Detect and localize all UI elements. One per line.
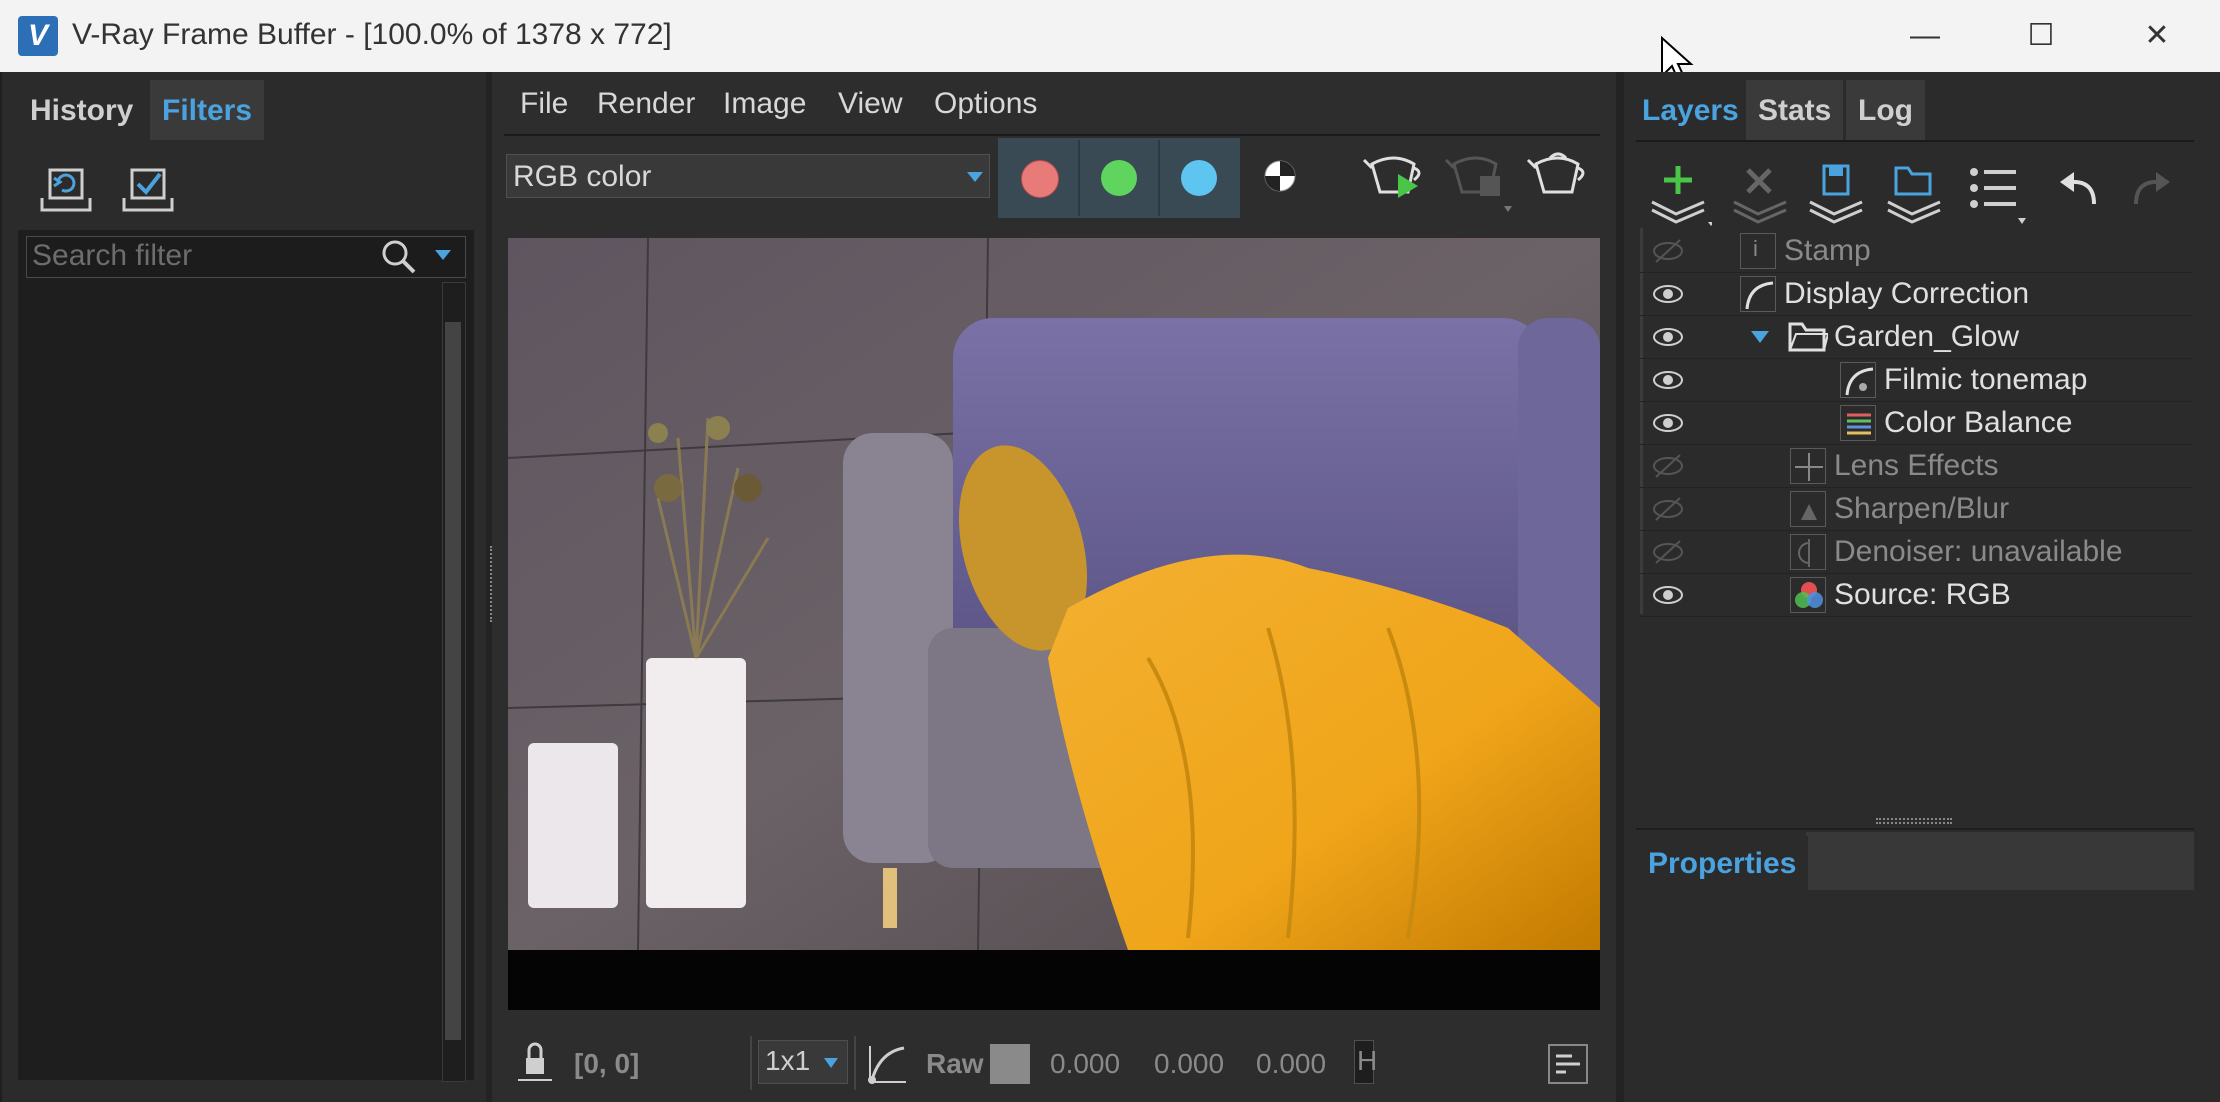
raw-label: Raw: [926, 1048, 984, 1079]
pixel-coordinates: [0, 0]: [574, 1048, 640, 1079]
menu-view[interactable]: View: [838, 84, 902, 124]
stamp-icon: i: [1740, 233, 1776, 269]
curve-icon[interactable]: [866, 1042, 910, 1086]
sampling-select[interactable]: 1x1: [758, 1040, 848, 1084]
red-channel-button[interactable]: [1000, 140, 1078, 216]
tab-divider: [1636, 140, 2194, 142]
search-icon[interactable]: [380, 238, 418, 276]
apply-filter-icon[interactable]: [118, 160, 178, 216]
layer-name: Denoiser: unavailable: [1834, 535, 2123, 568]
divider: [750, 1036, 752, 1090]
layer-name: Stamp: [1784, 234, 1871, 267]
info-panel-icon[interactable]: [1548, 1044, 1588, 1084]
tab-stats[interactable]: Stats: [1746, 80, 1844, 140]
tab-history[interactable]: History: [18, 80, 145, 140]
rendered-image: [508, 238, 1600, 1010]
window-title: V-Ray Frame Buffer - [100.0% of 1378 x 7…: [72, 18, 672, 51]
eye-icon[interactable]: [1650, 365, 1686, 395]
tab-filters[interactable]: Filters: [150, 80, 265, 140]
layer-name: Source: RGB: [1834, 578, 2011, 611]
close-button[interactable]: ✕: [2102, 8, 2212, 64]
properties-header: [1806, 832, 2194, 890]
alpha-channel-icon[interactable]: [1262, 158, 1298, 194]
folder-icon: [1788, 322, 1828, 352]
layer-name: Display Correction: [1784, 277, 2030, 310]
divider: [854, 1036, 856, 1090]
search-filter-input[interactable]: [30, 237, 374, 275]
format-value: H: [1357, 1045, 1378, 1076]
chevron-down-icon[interactable]: [1750, 330, 1770, 344]
lock-icon[interactable]: [516, 1040, 556, 1084]
render-teapot-icon[interactable]: [1362, 142, 1426, 206]
menu-render[interactable]: Render: [597, 84, 695, 124]
refresh-filters-icon[interactable]: [36, 160, 96, 216]
minimize-button[interactable]: —: [1870, 8, 1980, 64]
layer-name: Filmic tonemap: [1884, 363, 2088, 396]
curve-icon: [1740, 276, 1776, 312]
menu-file[interactable]: File: [520, 84, 568, 124]
layer-presets-icon[interactable]: [1966, 160, 2030, 230]
eye-icon[interactable]: [1650, 322, 1686, 352]
chevron-down-icon: [824, 1058, 838, 1068]
tab-log[interactable]: Log: [1846, 80, 1925, 140]
green-value: 0.000: [1154, 1048, 1225, 1079]
eye-icon[interactable]: [1650, 279, 1686, 309]
layer-row-stamp[interactable]: [1640, 230, 2192, 273]
chevron-down-icon[interactable]: [434, 248, 452, 262]
properties-splitter-handle[interactable]: [1876, 816, 1952, 826]
filters-list: [18, 140, 474, 1080]
menu-image[interactable]: Image: [723, 84, 806, 124]
tonemap-icon: [1840, 362, 1876, 398]
blue-channel-button[interactable]: [1160, 140, 1238, 216]
sampling-value: 1x1: [765, 1045, 811, 1076]
stop-render-icon[interactable]: [1444, 142, 1516, 214]
red-value: 0.000: [1050, 1048, 1121, 1079]
redo-icon[interactable]: [2128, 168, 2176, 216]
scrollbar-thumb[interactable]: [445, 322, 461, 1040]
add-layer-icon[interactable]: [1648, 160, 1712, 230]
format-field[interactable]: H: [1354, 1040, 1378, 1084]
right-splitter[interactable]: [1616, 72, 1624, 1102]
green-channel-button[interactable]: [1080, 140, 1158, 216]
sharpen-icon: [1790, 491, 1826, 527]
menu-options[interactable]: Options: [934, 84, 1037, 124]
eye-icon[interactable]: [1650, 580, 1686, 610]
vray-logo-icon: V: [18, 16, 58, 56]
color-swatch: [990, 1044, 1030, 1084]
properties-panel: [1636, 892, 2194, 1092]
undo-icon[interactable]: [2054, 168, 2102, 216]
denoiser-icon: [1790, 534, 1826, 570]
lens-effects-icon: [1790, 448, 1826, 484]
eye-hidden-icon[interactable]: [1650, 537, 1686, 567]
layer-name: Sharpen/Blur: [1834, 492, 2010, 525]
menu-divider: [504, 134, 1600, 136]
load-layers-icon[interactable]: [1884, 160, 1944, 230]
layer-name: Color Balance: [1884, 406, 2073, 439]
color-balance-icon: [1840, 405, 1876, 441]
channel-select[interactable]: RGB color: [506, 154, 990, 198]
layer-name: Garden_Glow: [1834, 320, 2020, 353]
blue-value: 0.000: [1256, 1048, 1327, 1079]
save-layers-icon[interactable]: [1806, 160, 1866, 230]
chevron-down-icon: [967, 172, 983, 182]
eye-hidden-icon[interactable]: [1650, 451, 1686, 481]
layer-name: Lens Effects: [1834, 449, 1999, 482]
delete-layer-icon[interactable]: [1730, 160, 1790, 230]
eye-hidden-icon[interactable]: [1650, 494, 1686, 524]
eye-hidden-icon[interactable]: [1650, 236, 1686, 266]
eye-icon[interactable]: [1650, 408, 1686, 438]
properties-tab[interactable]: Properties: [1636, 836, 1809, 892]
divider: [1636, 828, 2194, 830]
render-view[interactable]: [508, 238, 1600, 1010]
interactive-render-icon[interactable]: [1526, 142, 1590, 206]
tab-layers[interactable]: Layers: [1630, 80, 1751, 140]
maximize-button[interactable]: ☐: [1986, 8, 2096, 64]
source-rgb-icon: [1790, 577, 1826, 613]
